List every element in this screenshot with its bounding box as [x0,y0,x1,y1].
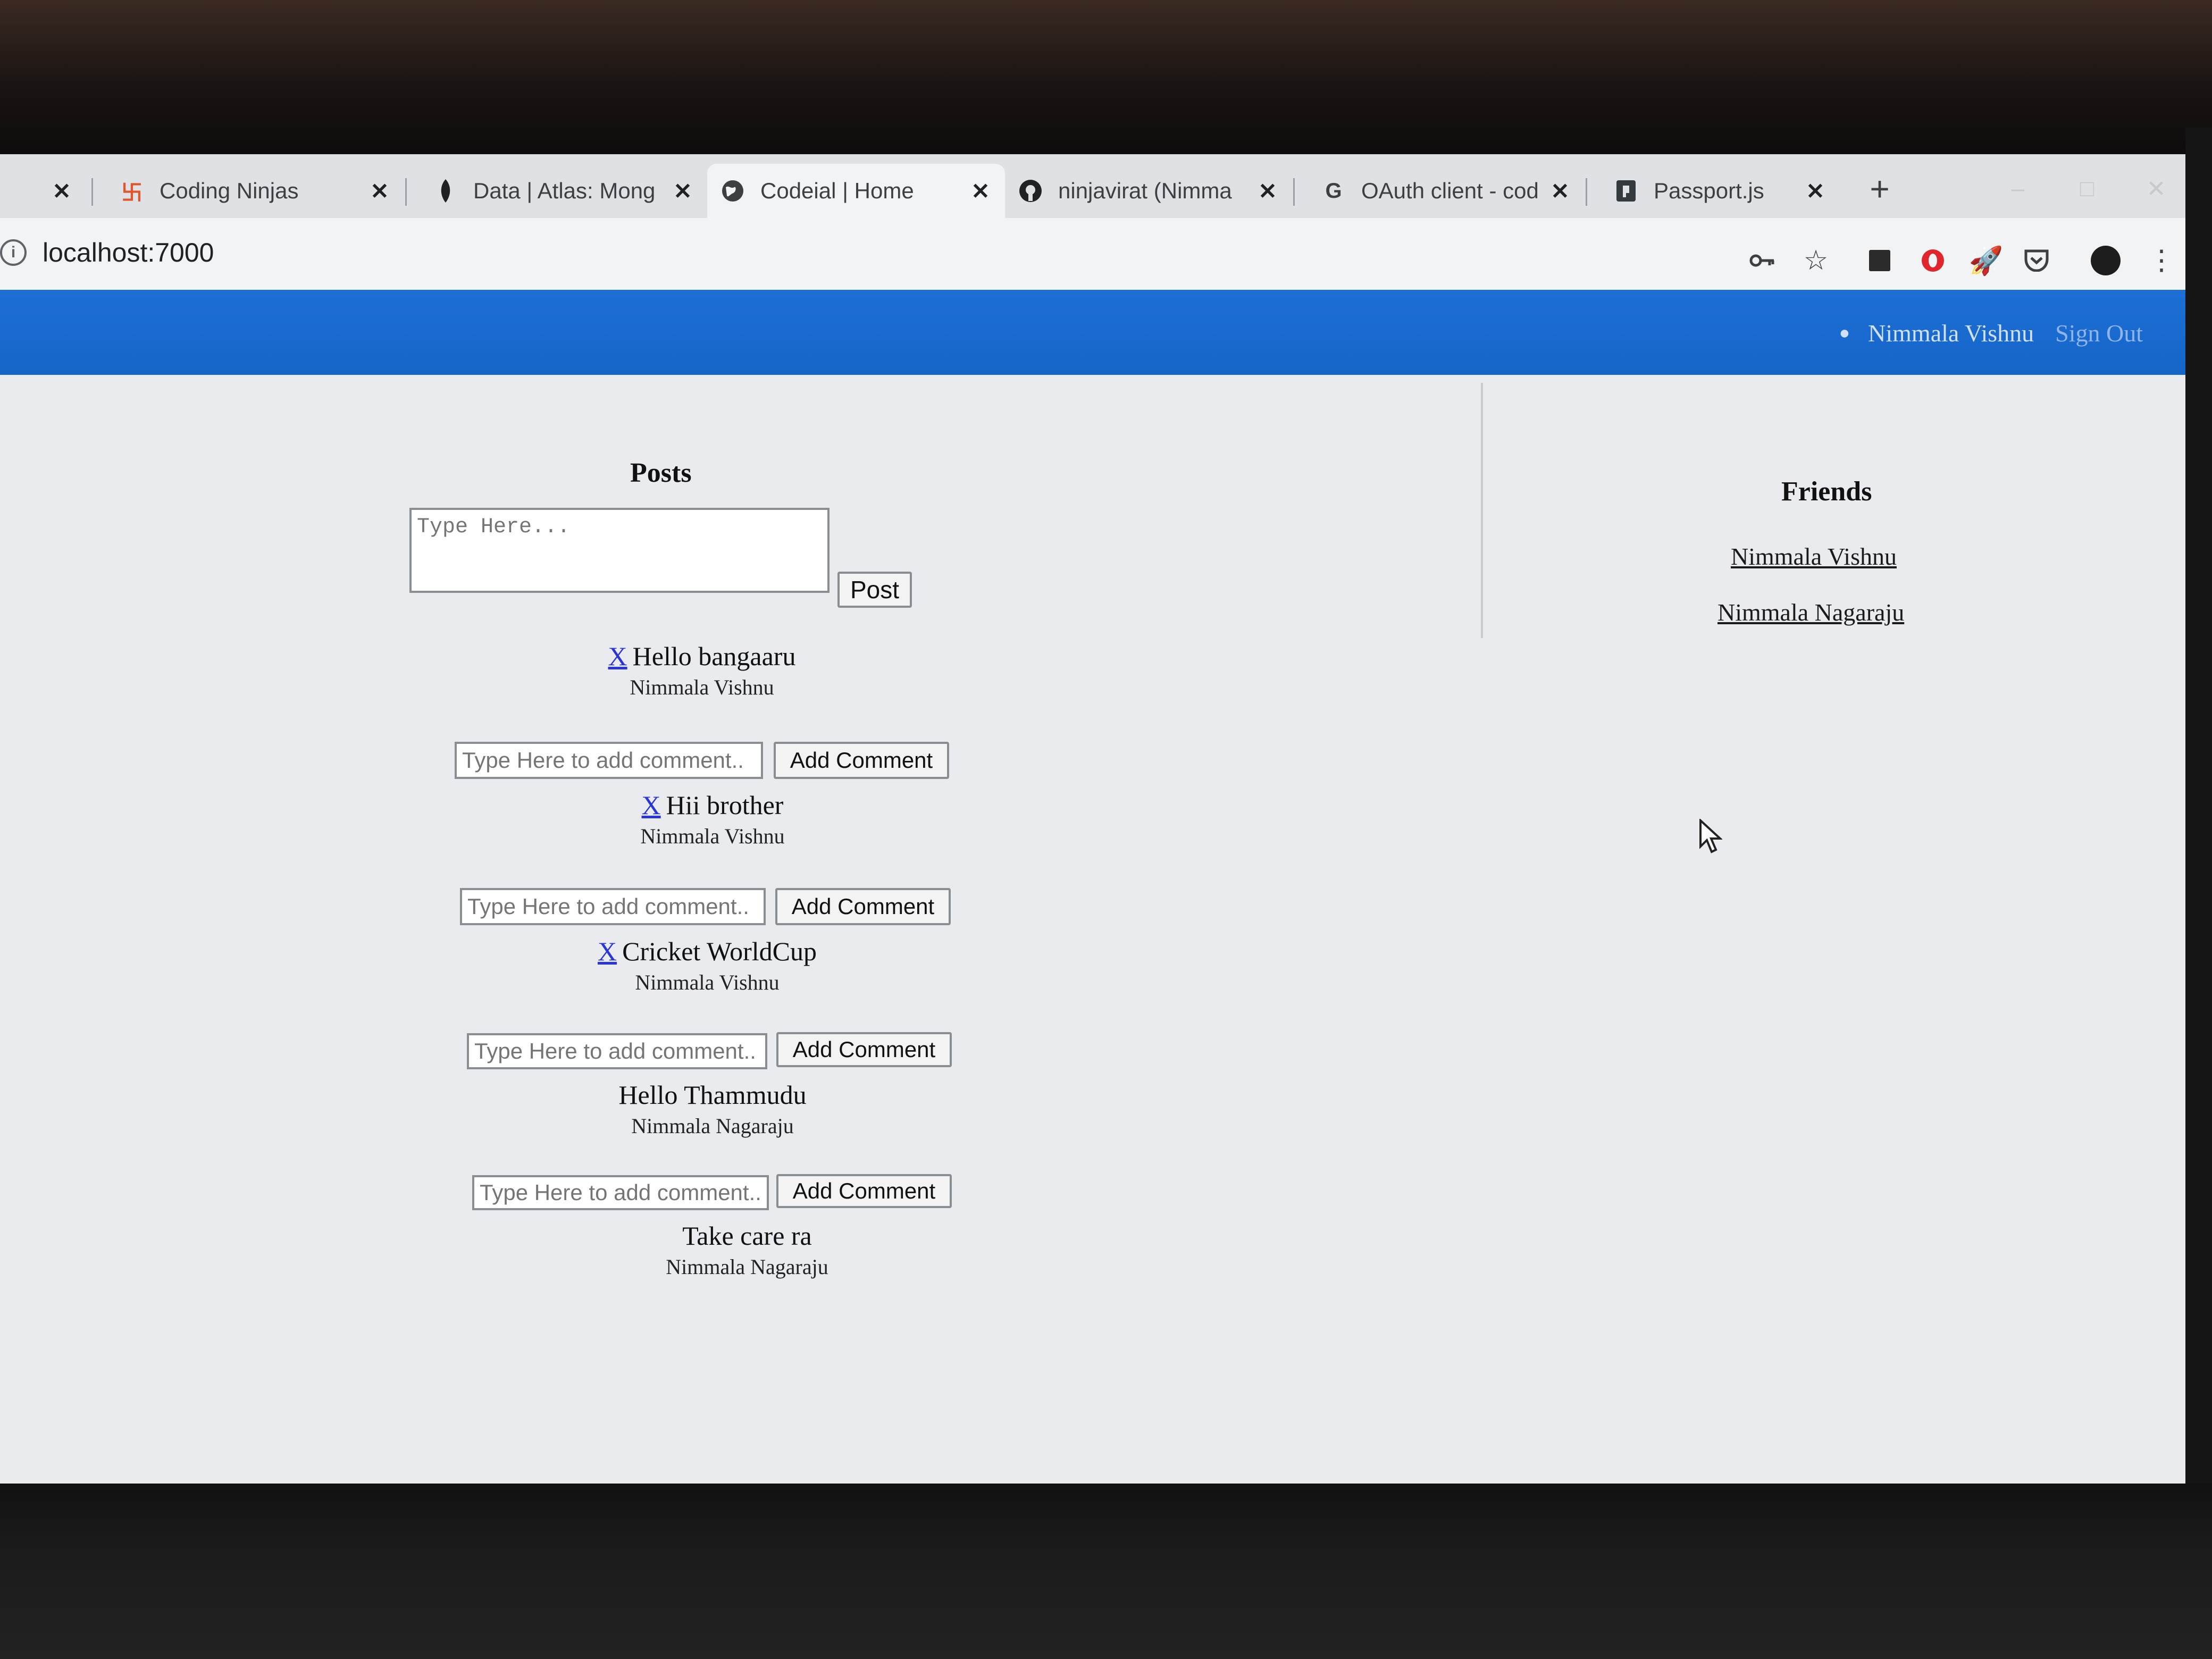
tab-label: Coding Ninjas [160,178,299,203]
post-item: X Cricket WorldCup Nimmala Vishnu [580,936,835,995]
close-icon[interactable]: ✕ [50,178,73,204]
profile-avatar-icon[interactable] [2087,242,2124,279]
tab-separator [1586,178,1587,206]
post-content: Hii brother [666,790,784,820]
post-item: X Hii brother Nimmala Vishnu [611,790,814,849]
comment-input[interactable] [455,742,763,779]
delete-post-link[interactable]: X [608,641,627,671]
post-button[interactable]: Post [837,572,912,608]
tab-separator [91,178,93,206]
post-content-line: Hello Thammudu [590,1079,835,1110]
tab-passport[interactable]: Passport.js ✕ [1601,164,1840,218]
friends-heading: Friends [1781,476,1872,507]
close-icon[interactable]: ✕ [969,178,992,204]
address-bar[interactable]: i localhost:7000 [0,234,214,271]
tab-label: Codeial | Home [760,178,914,203]
mongodb-leaf-icon [433,178,458,204]
browser-window: ✕ 卐 Coding Ninjas ✕ Data | Atlas: Mong ✕ [0,154,2185,1484]
app-header: ● Nimmala Vishnu Sign Out [0,290,2185,375]
comment-input[interactable] [460,888,766,925]
globe-icon [720,178,745,204]
friends-section: Friends Nimmala Vishnu Nimmala Nagaraju [1484,375,2185,1484]
maximize-icon[interactable]: □ [2068,170,2106,207]
friend-link[interactable]: Nimmala Vishnu [1731,542,1897,571]
add-comment-button[interactable]: Add Comment [776,1174,952,1208]
post-content: Cricket WorldCup [622,936,817,966]
close-icon[interactable]: ✕ [368,178,391,204]
pocket-icon[interactable] [2018,242,2055,279]
tab-coding-ninjas[interactable]: 卐 Coding Ninjas ✕ [106,164,404,218]
monitor-bezel-bottom [0,1484,2212,1659]
menu-kebab-icon[interactable]: ⋮ [2143,242,2180,279]
post-content-line: Take care ra [635,1220,859,1251]
mouse-cursor-icon [1699,819,1722,853]
post-item: X Hello bangaaru Nimmala Vishnu [585,641,819,700]
close-icon[interactable]: ✕ [671,178,694,204]
add-comment-button[interactable]: Add Comment [776,1032,952,1067]
google-g-icon: G [1325,179,1342,203]
site-info-icon[interactable]: i [0,239,27,266]
tab-codeial-home[interactable]: Codeial | Home ✕ [707,164,1005,218]
close-icon[interactable]: ✕ [1548,178,1572,204]
tab-label: ninjavirat (Nimma [1058,178,1232,203]
delete-post-link[interactable]: X [642,790,661,820]
post-content: Take care ra [682,1221,812,1251]
post-author: Nimmala Vishnu [630,675,774,699]
post-content-line: X Hii brother [611,790,814,820]
posts-heading: Posts [630,458,692,488]
tab-separator [405,178,407,206]
tab-label: OAuth client - cod [1361,178,1539,203]
url-text: localhost:7000 [43,238,214,267]
monitor-bezel-right [2185,128,2212,1510]
post-author: Nimmala Nagaraju [631,1114,794,1138]
comment-input[interactable] [472,1175,769,1210]
post-author: Nimmala Nagaraju [666,1255,828,1279]
post-content-line: X Hello bangaaru [585,641,819,672]
friend-link[interactable]: Nimmala Nagaraju [1717,598,1904,626]
github-icon [1018,178,1043,204]
close-icon[interactable]: ✕ [1256,178,1279,204]
tab-github[interactable]: ninjavirat (Nimma ✕ [1005,164,1292,218]
post-author: Nimmala Vishnu [640,824,785,848]
delete-post-link[interactable]: X [598,936,617,966]
passport-icon [1613,178,1639,204]
minimize-icon[interactable]: – [1999,170,2037,207]
column-divider [1481,383,1483,638]
tab-oauth-client[interactable]: G OAuth client - cod ✕ [1308,164,1585,218]
tab-strip: ✕ 卐 Coding Ninjas ✕ Data | Atlas: Mong ✕ [0,154,2185,218]
sign-out-link[interactable]: Sign Out [2055,319,2143,347]
post-item: Hello Thammudu Nimmala Nagaraju [590,1079,835,1138]
header-nav: ● Nimmala Vishnu Sign Out [1839,319,2143,347]
tab-label: Passport.js [1654,178,1764,203]
post-textarea[interactable] [409,508,830,593]
post-content: Hello Thammudu [618,1080,807,1110]
close-icon[interactable]: ✕ [1804,178,1827,204]
opera-icon[interactable] [1914,242,1951,279]
new-tab-button[interactable]: + [1861,170,1898,208]
header-user-link[interactable]: Nimmala Vishnu [1868,319,2034,347]
browser-toolbar: i localhost:7000 ☆ 🚀 ⋮ [0,218,2185,290]
add-comment-button[interactable]: Add Comment [774,742,949,779]
tab-separator [1293,178,1295,206]
post-item: Take care ra Nimmala Nagaraju [635,1220,859,1279]
nav-bullet: ● [1839,323,1850,343]
rocket-icon[interactable]: 🚀 [1967,242,2005,279]
tab-mongodb-atlas[interactable]: Data | Atlas: Mong ✕ [420,164,707,218]
post-content: Hello bangaaru [632,641,796,671]
key-icon[interactable] [1744,242,1781,279]
window-close-icon[interactable]: ✕ [2138,170,2175,207]
star-icon[interactable]: ☆ [1797,242,1834,279]
post-author: Nimmala Vishnu [635,970,780,994]
comment-input[interactable] [467,1033,767,1069]
tab-partial[interactable]: ✕ [0,164,90,218]
post-content-line: X Cricket WorldCup [580,936,835,967]
photo-scene: ✕ 卐 Coding Ninjas ✕ Data | Atlas: Mong ✕ [0,0,2212,1659]
add-comment-button[interactable]: Add Comment [775,888,951,925]
posts-section: Posts Post XHello bangaaru Nimmala Vishn… [0,375,1484,1484]
tab-label: Data | Atlas: Mong [473,178,656,203]
extension-square-icon[interactable] [1861,242,1898,279]
coding-ninjas-icon: 卐 [121,181,143,205]
